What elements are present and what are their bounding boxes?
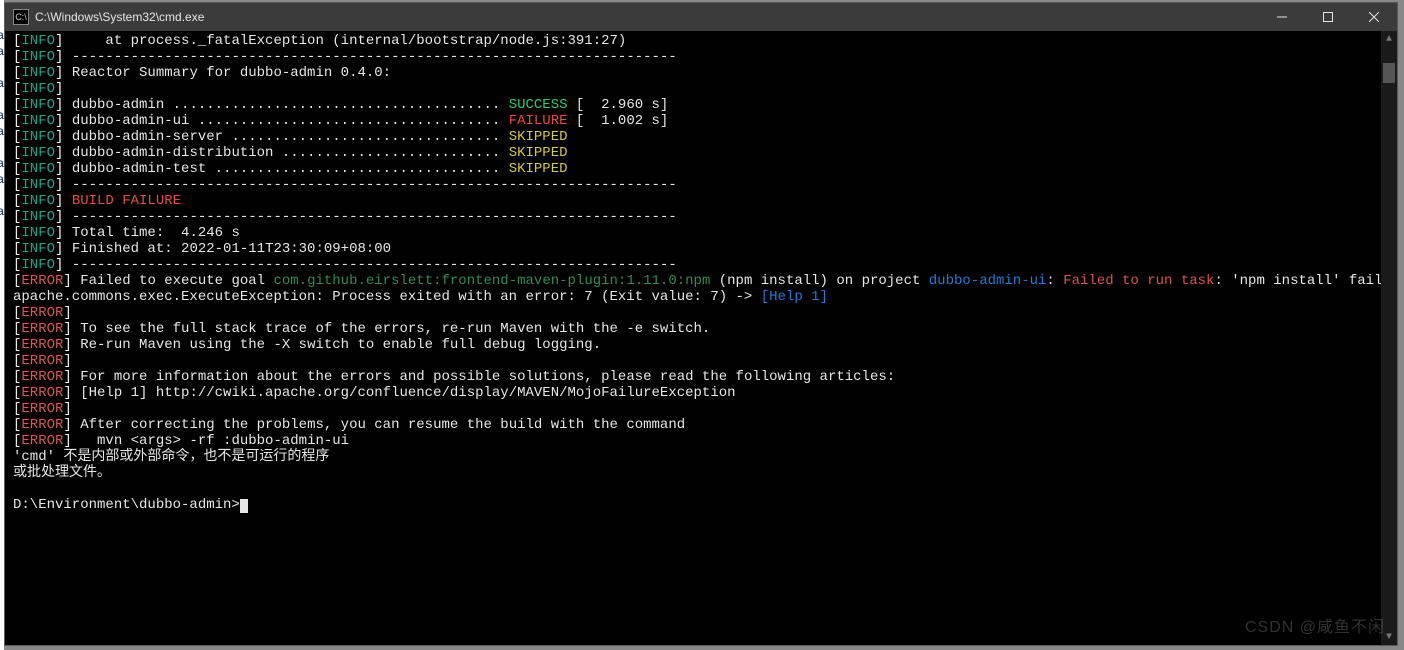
separator-line: ----------------------------------------… xyxy=(63,209,676,225)
scroll-down-button[interactable]: ▼ xyxy=(1381,629,1397,645)
info-tag: INFO xyxy=(21,65,55,81)
minimize-button[interactable] xyxy=(1259,3,1305,31)
vertical-scrollbar[interactable]: ▲ ▼ xyxy=(1381,31,1397,645)
error-tag: ERROR xyxy=(21,433,63,449)
error-text: Re-run Maven using the -X switch to enab… xyxy=(72,337,601,353)
maximize-icon xyxy=(1323,12,1333,22)
status-failure: FAILURE xyxy=(509,113,568,129)
module-name: dubbo-admin ............................… xyxy=(63,97,508,113)
error-tag: ERROR xyxy=(21,337,63,353)
error-text: : 'npm install' failed. org. xyxy=(1214,273,1397,289)
project-name: dubbo-admin-ui xyxy=(929,273,1047,289)
scroll-thumb[interactable] xyxy=(1383,63,1395,83)
error-tag: ERROR xyxy=(21,321,63,337)
minimize-icon xyxy=(1277,12,1287,22)
info-tag: INFO xyxy=(21,193,55,209)
status-skipped: SKIPPED xyxy=(509,161,568,177)
bracket: ] xyxy=(63,401,71,417)
maximize-button[interactable] xyxy=(1305,3,1351,31)
info-tag: INFO xyxy=(21,209,55,225)
finished-at: Finished at: 2022-01-11T23:30:09+08:00 xyxy=(63,241,391,257)
error-text: : xyxy=(1046,273,1063,289)
shell-error-cn: 或批处理文件。 xyxy=(13,465,111,481)
bracket: ] xyxy=(63,273,71,289)
info-tag: INFO xyxy=(21,161,55,177)
total-time: Total time: 4.246 s xyxy=(63,225,239,241)
info-tag: INFO xyxy=(21,113,55,129)
info-tag: INFO xyxy=(21,129,55,145)
error-tag: ERROR xyxy=(21,353,63,369)
bracket: ] xyxy=(63,337,71,353)
separator-line: ----------------------------------------… xyxy=(63,177,676,193)
info-tag: INFO xyxy=(21,241,55,257)
bracket: ] xyxy=(55,81,63,97)
bracket: ] xyxy=(63,369,71,385)
error-text: For more information about the errors an… xyxy=(72,369,895,385)
info-tag: INFO xyxy=(21,225,55,241)
info-tag: INFO xyxy=(21,97,55,113)
error-tag: ERROR xyxy=(21,417,63,433)
error-tag: ERROR xyxy=(21,385,63,401)
bracket: ] xyxy=(63,321,71,337)
error-text: (npm install) on project xyxy=(710,273,928,289)
separator-line: ----------------------------------------… xyxy=(63,49,676,65)
build-failure: BUILD FAILURE xyxy=(63,193,181,209)
error-tag: ERROR xyxy=(21,273,63,289)
log-line: Reactor Summary for dubbo-admin 0.4.0: xyxy=(63,65,391,81)
info-tag: INFO xyxy=(21,257,55,273)
status-skipped: SKIPPED xyxy=(509,145,568,161)
close-icon xyxy=(1369,12,1379,22)
error-tag: ERROR xyxy=(21,369,63,385)
error-text: After correcting the problems, you can r… xyxy=(72,417,685,433)
error-text: mvn <args> -rf :dubbo-admin-ui xyxy=(72,433,349,449)
module-time: [ 1.002 s] xyxy=(568,113,669,129)
module-name: dubbo-admin-server .....................… xyxy=(63,129,508,145)
error-tag: ERROR xyxy=(21,401,63,417)
bracket: ] xyxy=(63,385,71,401)
window-title: C:\Windows\System32\cmd.exe xyxy=(35,10,204,24)
error-text: Failed to execute goal xyxy=(72,273,274,289)
module-name: dubbo-admin-test .......................… xyxy=(63,161,508,177)
bracket: ] xyxy=(63,417,71,433)
module-name: dubbo-admin-ui .........................… xyxy=(63,113,508,129)
info-tag: INFO xyxy=(21,177,55,193)
info-tag: INFO xyxy=(21,145,55,161)
info-tag: INFO xyxy=(21,81,55,97)
info-tag: INFO xyxy=(21,33,55,49)
log-line: at process._fatalException (internal/boo… xyxy=(63,33,626,49)
module-name: dubbo-admin-distribution ...............… xyxy=(63,145,508,161)
app-icon: C:\ xyxy=(13,9,29,25)
close-button[interactable] xyxy=(1351,3,1397,31)
module-time: [ 2.960 s] xyxy=(568,97,669,113)
shell-error-cn: 'cmd' 不是内部或外部命令，也不是可运行的程序 xyxy=(13,449,329,465)
info-tag: INFO xyxy=(21,49,55,65)
terminal-output[interactable]: [INFO] at process._fatalException (inter… xyxy=(5,31,1397,646)
bracket: ] xyxy=(63,433,71,449)
error-tag: ERROR xyxy=(21,305,63,321)
cursor-icon xyxy=(240,499,248,513)
task-fail: Failed to run task xyxy=(1063,273,1214,289)
error-text: apache.commons.exec.ExecuteException: Pr… xyxy=(13,289,761,305)
status-skipped: SKIPPED xyxy=(509,129,568,145)
command-prompt: D:\Environment\dubbo-admin> xyxy=(13,497,240,513)
separator-line: ----------------------------------------… xyxy=(63,257,676,273)
bracket: ] xyxy=(63,353,71,369)
scroll-up-button[interactable]: ▲ xyxy=(1381,31,1397,47)
title-bar[interactable]: C:\ C:\Windows\System32\cmd.exe xyxy=(5,3,1397,31)
status-success: SUCCESS xyxy=(509,97,568,113)
help-ref: [Help 1] xyxy=(761,289,828,305)
plugin-name: com.github.eirslett:frontend-maven-plugi… xyxy=(273,273,710,289)
error-text: [Help 1] http://cwiki.apache.org/conflue… xyxy=(72,385,736,401)
cmd-window: C:\ C:\Windows\System32\cmd.exe [INFO] a… xyxy=(4,2,1398,646)
bracket: ] xyxy=(63,305,71,321)
error-text: To see the full stack trace of the error… xyxy=(72,321,711,337)
